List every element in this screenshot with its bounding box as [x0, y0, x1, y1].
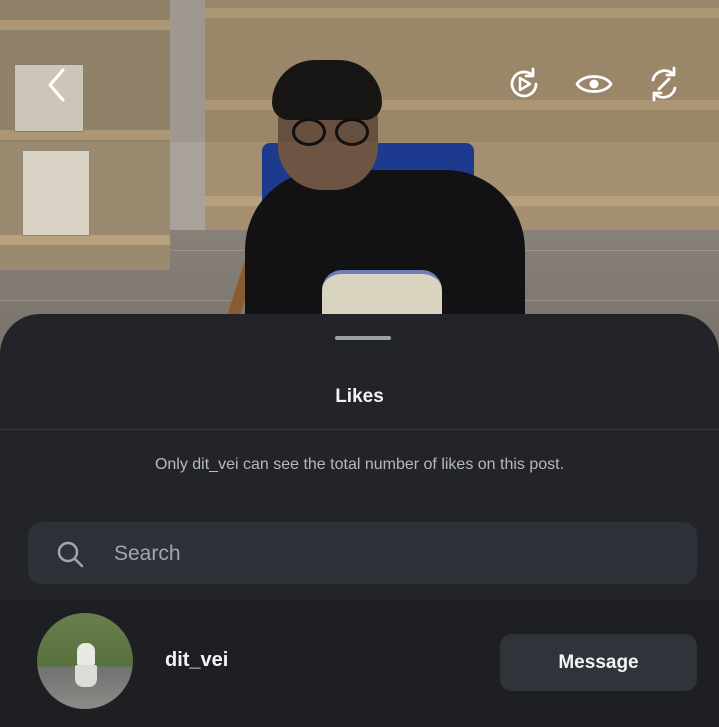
sheet-title: Likes — [335, 386, 384, 407]
repost-button[interactable] — [644, 64, 684, 104]
sheet-drag-handle[interactable] — [335, 336, 391, 340]
liker-row[interactable]: dit_vei Message — [0, 599, 719, 727]
repost-icon — [651, 66, 677, 102]
replay-icon — [510, 67, 538, 98]
back-button[interactable] — [37, 65, 77, 105]
avatar-figure — [77, 643, 95, 665]
avatar[interactable] — [37, 613, 133, 709]
shelf-board — [0, 235, 170, 245]
avatar-figure-skirt — [75, 665, 97, 687]
view-button[interactable] — [574, 64, 614, 104]
search-icon — [57, 541, 84, 568]
replay-button[interactable] — [504, 64, 544, 104]
message-button[interactable]: Message — [500, 634, 697, 691]
search-bar[interactable] — [28, 522, 697, 586]
eye-icon — [575, 75, 613, 93]
book — [22, 150, 90, 236]
divider — [0, 429, 719, 430]
likes-sheet: Likes Only dit_vei can see the total num… — [0, 314, 719, 727]
post-photo — [0, 0, 719, 360]
likes-privacy-note: Only dit_vei can see the total number of… — [154, 456, 565, 473]
username[interactable]: dit_vei — [165, 649, 228, 672]
chevron-left-icon — [48, 68, 65, 102]
search-input[interactable] — [112, 522, 676, 586]
